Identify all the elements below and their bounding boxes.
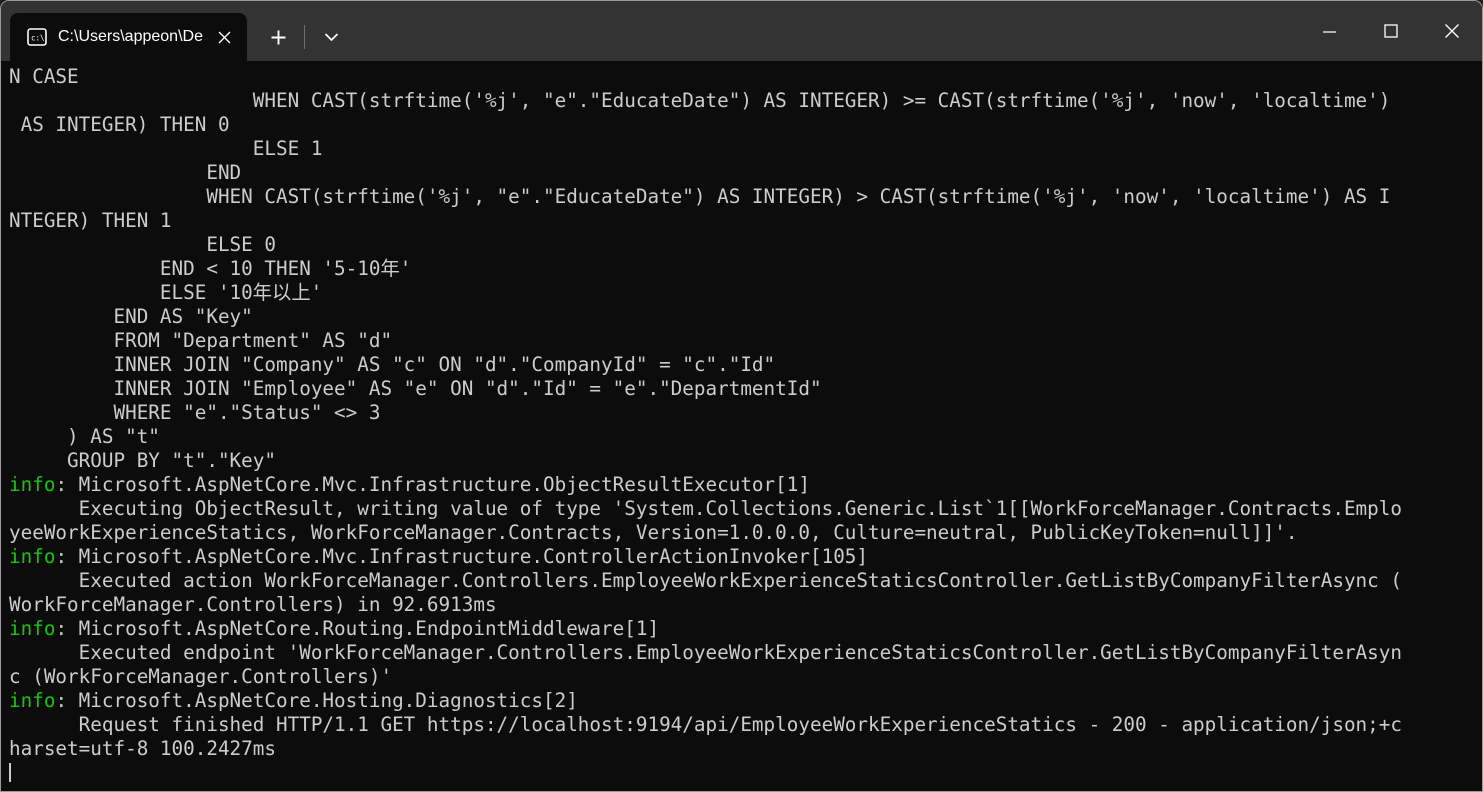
console-line: WorkForceManager.Controllers) in 92.6913… (9, 593, 497, 616)
console-line: FROM "Department" AS "d" (9, 329, 393, 352)
console-line: info: Microsoft.AspNetCore.Routing.Endpo… (9, 617, 660, 640)
console-line: WHEN CAST(strftime('%j', "e"."EducateDat… (9, 185, 1391, 208)
console-line: info: Microsoft.AspNetCore.Hosting.Diagn… (9, 689, 578, 712)
log-level-badge: info (9, 473, 56, 496)
new-tab-icon[interactable] (259, 18, 297, 56)
minimize-icon[interactable] (1299, 1, 1360, 61)
log-level-badge: info (9, 689, 56, 712)
terminal-window: c:\ C:\Users\appeon\Desktop\Sou (0, 0, 1483, 792)
console-line: c (WorkForceManager.Controllers)' (9, 665, 393, 688)
maximize-icon[interactable] (1360, 1, 1421, 61)
console-line: N CASE (9, 65, 79, 88)
console-line: info: Microsoft.AspNetCore.Mvc.Infrastru… (9, 545, 869, 568)
console-line: yeeWorkExperienceStatics, WorkForceManag… (9, 521, 1298, 544)
console-line: Executed action WorkForceManager.Control… (9, 569, 1402, 592)
tab-strip: c:\ C:\Users\appeon\Desktop\Sou (1, 1, 350, 61)
console-line: END (9, 161, 242, 184)
console-line: AS INTEGER) THEN 0 (9, 113, 230, 136)
log-level-badge: info (9, 545, 56, 568)
console-line: ELSE '10年以上' (9, 281, 323, 304)
console-line: NTEGER) THEN 1 (9, 209, 172, 232)
terminal-body[interactable]: N CASE WHEN CAST(strftime('%j', "e"."Edu… (1, 61, 1482, 791)
cmd-prompt-icon: c:\ (26, 26, 48, 48)
console-line: ) AS "t" (9, 425, 160, 448)
title-bar[interactable]: c:\ C:\Users\appeon\Desktop\Sou (1, 1, 1482, 61)
window-caption-buttons (1299, 1, 1482, 61)
console-line: END AS "Key" (9, 305, 253, 328)
console-line: WHEN CAST(strftime('%j', "e"."EducateDat… (9, 89, 1391, 112)
tab-title: C:\Users\appeon\Desktop\Sou (58, 28, 203, 45)
console-line: GROUP BY "t"."Key" (9, 449, 276, 472)
log-level-badge: info (9, 617, 56, 640)
console-line: END < 10 THEN '5-10年' (9, 257, 412, 280)
tab-strip-divider (304, 25, 305, 49)
console-line: Executed endpoint 'WorkForceManager.Cont… (9, 641, 1402, 664)
console-line: Request finished HTTP/1.1 GET https://lo… (9, 713, 1402, 736)
console-line: INNER JOIN "Employee" AS "e" ON "d"."Id"… (9, 377, 822, 400)
tab-close-icon[interactable] (207, 20, 241, 54)
console-cursor-line (9, 761, 1482, 785)
console-line: ELSE 1 (9, 137, 323, 160)
console-line: INNER JOIN "Company" AS "c" ON "d"."Comp… (9, 353, 776, 376)
console-line: harset=utf-8 100.2427ms (9, 737, 276, 760)
chevron-down-icon[interactable] (312, 18, 350, 56)
console-line: ELSE 0 (9, 233, 276, 256)
terminal-tab[interactable]: c:\ C:\Users\appeon\Desktop\Sou (10, 13, 247, 61)
console-line: info: Microsoft.AspNetCore.Mvc.Infrastru… (9, 473, 810, 496)
text-cursor (9, 763, 11, 782)
console-line: WHERE "e"."Status" <> 3 (9, 401, 381, 424)
svg-text:c:\: c:\ (31, 34, 45, 43)
console-output[interactable]: N CASE WHEN CAST(strftime('%j', "e"."Edu… (9, 65, 1482, 785)
console-line: Executing ObjectResult, writing value of… (9, 497, 1402, 520)
close-icon[interactable] (1421, 1, 1482, 61)
